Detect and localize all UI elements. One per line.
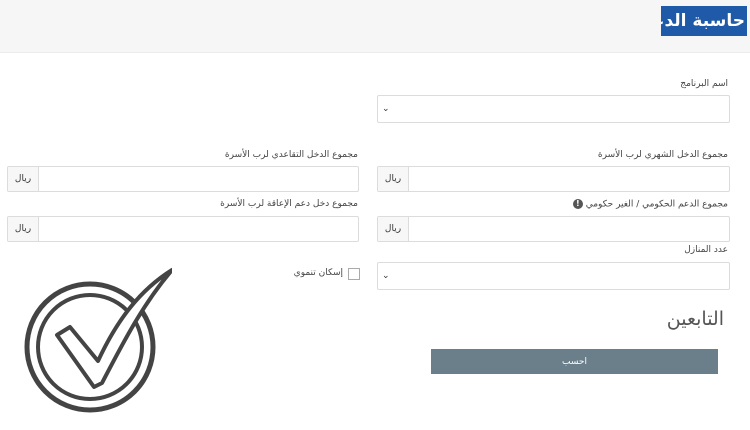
gov-support-input[interactable]: [409, 217, 729, 241]
gov-support-input-group: ريال: [377, 216, 730, 242]
retirement-income-label: مجموع الدخل التقاعدي لرب الأسرة: [224, 150, 358, 160]
disability-income-input-group: ريال: [7, 216, 359, 242]
monthly-income-input[interactable]: [409, 167, 729, 191]
monthly-income-currency: ريال: [378, 167, 409, 191]
housing-checkbox[interactable]: [348, 268, 360, 280]
houses-count-select[interactable]: ⌄: [377, 262, 730, 290]
disability-income-input[interactable]: [39, 217, 358, 241]
monthly-income-input-group: ريال: [377, 166, 730, 192]
info-icon[interactable]: !: [572, 199, 583, 209]
retirement-income-input[interactable]: [39, 167, 358, 191]
program-name-label: اسم البرنامج: [680, 79, 728, 89]
monthly-income-label: مجموع الدخل الشهري لرب الأسرة: [597, 150, 728, 160]
chevron-down-icon: ⌄: [382, 271, 390, 281]
retirement-income-input-group: ريال: [7, 166, 359, 192]
housing-checkbox-label: إسكان تنموي: [293, 268, 343, 278]
page-title: حاسبة الدعم: [661, 6, 747, 36]
gov-support-label: مجموع الدعم الحكومي / الغير حكومي !: [570, 199, 728, 210]
retirement-income-currency: ريال: [8, 167, 39, 191]
dependents-heading: التابعين: [666, 308, 724, 330]
header-band: [0, 0, 750, 53]
houses-count-label: عدد المنازل: [684, 245, 728, 255]
calculate-button[interactable]: احسب: [431, 349, 718, 374]
chevron-down-icon: ⌄: [382, 104, 390, 114]
checkmark-circle-icon: [22, 265, 174, 424]
program-name-select[interactable]: ⌄: [377, 95, 730, 123]
disability-income-currency: ريال: [8, 217, 39, 241]
gov-support-currency: ريال: [378, 217, 409, 241]
disability-income-label: مجموع دخل دعم الإعاقة لرب الأسرة: [220, 199, 358, 209]
gov-support-label-text: مجموع الدعم الحكومي / الغير حكومي: [585, 199, 728, 210]
